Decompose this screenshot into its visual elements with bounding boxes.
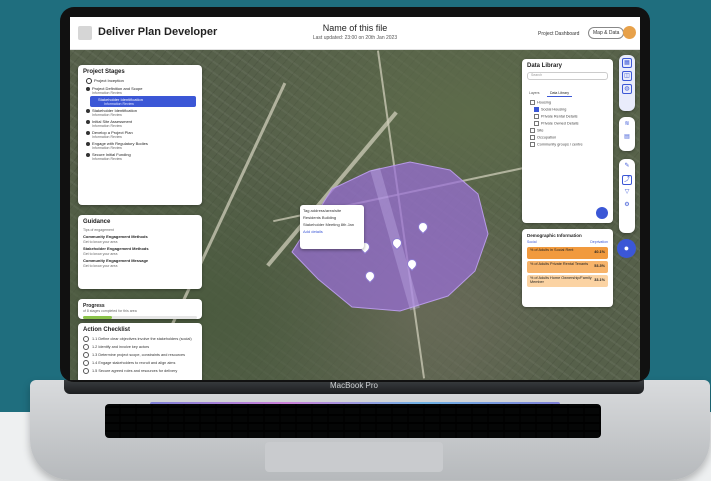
checkbox-icon[interactable] bbox=[534, 114, 539, 119]
demographic-row: % of Adults Home Ownership/Family Member… bbox=[527, 275, 608, 287]
progress-fill bbox=[83, 316, 112, 319]
avatar[interactable] bbox=[623, 26, 636, 39]
layers-icon[interactable]: ≋ bbox=[622, 120, 632, 130]
library-item[interactable]: Private Rental Details bbox=[522, 113, 613, 120]
tab-layers[interactable]: Layers bbox=[526, 90, 543, 96]
tooltip-add-details[interactable]: Add details bbox=[303, 229, 361, 234]
data-library-panel: Data Library Search Layers Data Library … bbox=[522, 59, 613, 223]
checkbox-icon[interactable] bbox=[83, 360, 89, 366]
library-item[interactable]: Site bbox=[522, 127, 613, 134]
stage-dot-icon bbox=[86, 78, 92, 84]
stage-dot-icon bbox=[86, 141, 90, 146]
panel-title: Action Checklist bbox=[83, 327, 131, 333]
route-icon[interactable]: ⤴ bbox=[622, 175, 632, 185]
stage-dot-icon bbox=[86, 108, 90, 113]
guidance-item[interactable]: Community Engagement Message Get to know … bbox=[78, 257, 202, 269]
checkbox-icon[interactable] bbox=[530, 100, 535, 105]
stage-item[interactable]: Engage with Regulatory Bodies Information… bbox=[78, 140, 202, 151]
panel-title: Project Stages bbox=[83, 69, 125, 75]
checklist-item[interactable]: 1.1 Define clear objectives involve the … bbox=[78, 335, 202, 343]
checklist-item[interactable]: 1.2 Identify and involve key actors bbox=[78, 343, 202, 351]
app-header: Deliver Plan Developer Name of this file… bbox=[70, 17, 640, 50]
stage-item[interactable]: Secure Initial Funding Information Review bbox=[78, 151, 202, 162]
checkbox-icon[interactable] bbox=[83, 368, 89, 374]
checklist-item[interactable]: 1.3 Determine project scope, constraints… bbox=[78, 351, 202, 359]
checkbox-icon[interactable] bbox=[534, 121, 539, 126]
demographic-row: % of Adults Private Rental Tenants 53.3% bbox=[527, 261, 608, 273]
checkbox-checked-icon[interactable] bbox=[534, 107, 539, 112]
screen: Tag address/area/site Residents Building… bbox=[70, 17, 640, 380]
guidance-item[interactable]: Community Engagement Methods Get to know … bbox=[78, 233, 202, 245]
stage-dot-icon bbox=[86, 130, 90, 135]
pencil-icon[interactable]: ✎ bbox=[622, 162, 632, 172]
demographic-col-social[interactable]: Social bbox=[527, 240, 537, 244]
checkbox-icon[interactable] bbox=[530, 128, 535, 133]
stage-dot-icon bbox=[86, 119, 90, 124]
settings-icon[interactable]: ⚙ bbox=[622, 201, 632, 211]
stage-dot-icon bbox=[86, 152, 90, 157]
project-stages-panel: Project Stages Project Inception Project… bbox=[78, 65, 202, 205]
library-item[interactable]: Occupation bbox=[522, 134, 613, 141]
guidance-item[interactable]: Stakeholder Engagement Methods Get to kno… bbox=[78, 245, 202, 257]
library-item[interactable]: Social Housing bbox=[522, 106, 613, 113]
stage-item-active[interactable]: Stakeholder Identification Information Re… bbox=[90, 96, 196, 107]
trackpad bbox=[265, 442, 443, 472]
progress-bar bbox=[83, 316, 197, 319]
stage-item[interactable]: Initial Site Assessment Information Revie… bbox=[78, 118, 202, 129]
laptop-model-label: MacBook Pro bbox=[329, 381, 379, 390]
checkbox-icon[interactable] bbox=[530, 135, 535, 140]
globe-icon[interactable]: ◍ bbox=[622, 84, 632, 94]
laptop-hinge: MacBook Pro bbox=[64, 380, 644, 394]
checkbox-icon[interactable] bbox=[83, 344, 89, 350]
stage-item[interactable]: Stakeholder Identification Information Re… bbox=[78, 107, 202, 118]
action-checklist-panel: Action Checklist 1.1 Define clear object… bbox=[78, 323, 202, 380]
pin-icon[interactable]: ● bbox=[617, 239, 636, 258]
add-layer-button[interactable] bbox=[596, 207, 608, 219]
library-item[interactable]: Community groups / centre bbox=[522, 141, 613, 148]
stage-dot-icon bbox=[86, 86, 90, 91]
stage-item[interactable]: Project Definition and Scope Information … bbox=[78, 85, 202, 96]
library-item[interactable]: Private Owned Details bbox=[522, 120, 613, 127]
clipboard-icon[interactable]: ▤ bbox=[622, 133, 632, 143]
checkbox-icon[interactable] bbox=[83, 336, 89, 342]
map-tooltip[interactable]: Tag address/area/site Residents Building… bbox=[300, 205, 364, 249]
checklist-item[interactable]: 1.4 Engage stakeholders to recruit and a… bbox=[78, 359, 202, 367]
stage-item[interactable]: Develop a Project Plan Information Review bbox=[78, 129, 202, 140]
tooltip-line: Residents Building bbox=[303, 215, 337, 220]
panel-title: Demographic Information bbox=[527, 233, 582, 238]
checkbox-icon[interactable] bbox=[83, 352, 89, 358]
guidance-panel: Guidance Tips of engagement Community En… bbox=[78, 215, 202, 289]
panel-title: Data Library bbox=[527, 63, 563, 69]
satellite-icon[interactable]: ◫ bbox=[622, 71, 632, 81]
checkbox-icon[interactable] bbox=[530, 142, 535, 147]
stage-item[interactable]: Project Inception bbox=[78, 77, 202, 85]
keyboard bbox=[105, 404, 601, 438]
panel-title: Progress bbox=[83, 303, 105, 309]
tooltip-line: Tag address/area/site bbox=[303, 208, 342, 213]
library-item[interactable]: Housing bbox=[522, 99, 613, 106]
panel-title: Guidance bbox=[83, 219, 111, 225]
progress-panel: Progress of 8 stages completed for this … bbox=[78, 299, 202, 319]
tooltip-line: Stakeholder Meeting 8th Jan bbox=[303, 222, 354, 227]
map-layer-icon[interactable]: ▦ bbox=[622, 58, 632, 68]
map-style-toolbar: ▦ ◫ ◍ bbox=[619, 55, 635, 111]
map-data-button[interactable]: Map & Data bbox=[588, 27, 625, 39]
project-dashboard-link[interactable]: Project Dashboard bbox=[538, 31, 579, 37]
tab-data-library[interactable]: Data Library bbox=[546, 90, 573, 97]
tools-toolbar: ✎ ⤴ ▽ ⚙ bbox=[619, 159, 635, 233]
library-search-input[interactable]: Search bbox=[527, 72, 608, 80]
demographic-col-deprivation[interactable]: Deprivation bbox=[590, 240, 608, 244]
layers-toolbar: ≋ ▤ bbox=[619, 117, 635, 151]
demographic-row: % of Adults in Social Rent 40.1% bbox=[527, 247, 608, 259]
filter-icon[interactable]: ▽ bbox=[622, 188, 632, 198]
checklist-item[interactable]: 1.5 Secure agreed roles and resources fo… bbox=[78, 367, 202, 375]
demographic-panel: Demographic Information Social Deprivati… bbox=[522, 229, 613, 307]
progress-caption: of 8 stages completed for this area bbox=[83, 309, 137, 313]
